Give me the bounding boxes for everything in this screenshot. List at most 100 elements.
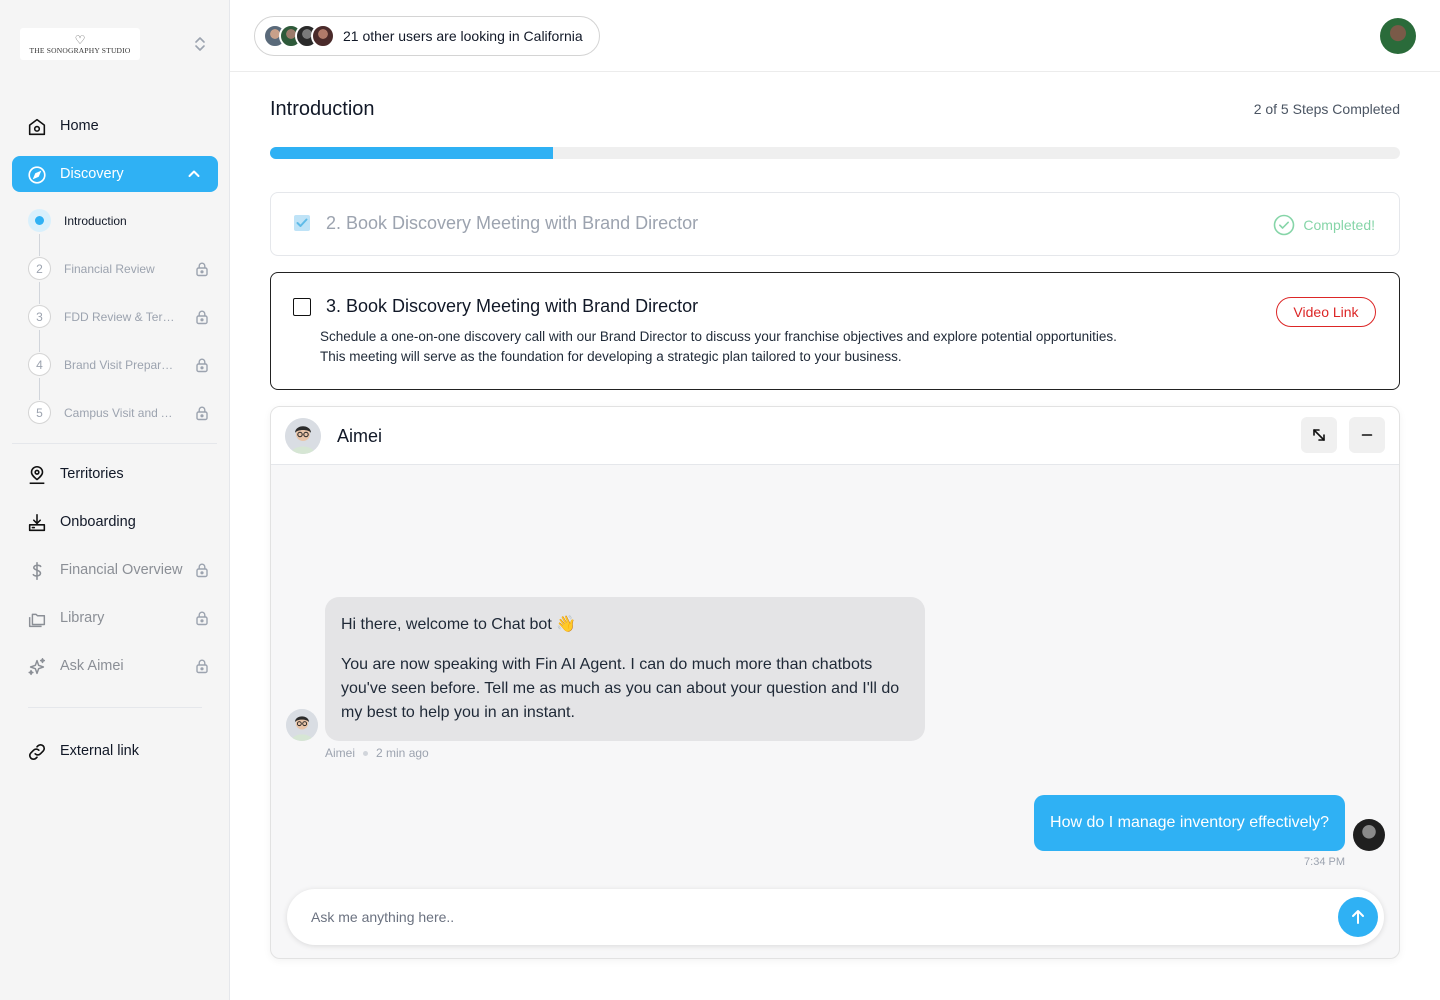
chat-header: Aimei (271, 407, 1399, 465)
task-checkbox[interactable] (293, 298, 311, 316)
sidebar-item-label: Library (60, 610, 105, 626)
substep-fdd-review[interactable]: 3 FDD Review & Territory Selection (28, 304, 218, 330)
chevron-up-icon (188, 170, 200, 177)
bot-avatar-small (286, 709, 318, 741)
sidebar-item-label: Discovery (60, 166, 124, 182)
progress-fill (270, 147, 553, 159)
step-connector (39, 234, 40, 256)
task-card-open[interactable]: 3. Book Discovery Meeting with Brand Dir… (270, 272, 1400, 390)
lock-icon (196, 310, 208, 325)
folders-icon (28, 613, 46, 628)
task-card-completed[interactable]: 2. Book Discovery Meeting with Brand Dir… (270, 192, 1400, 256)
step-current-indicator (28, 209, 51, 232)
sidebar-item-label: Territories (60, 466, 124, 482)
sidebar-item-external-link[interactable]: External link (12, 733, 218, 769)
step-number: 5 (28, 401, 51, 424)
brand-logo[interactable]: ♡ THE SONOGRAPHY STUDIO (20, 28, 140, 60)
message-author: Aimei (325, 746, 356, 760)
substep-introduction[interactable]: Introduction (28, 208, 218, 234)
sidebar-item-home[interactable]: Home (12, 108, 218, 144)
substep-campus-visit[interactable]: 5 Campus Visit and Approval (28, 400, 218, 426)
compass-icon (28, 166, 46, 184)
minus-icon (1361, 434, 1373, 436)
lock-icon (196, 563, 208, 578)
checked-checkbox-icon[interactable] (293, 214, 311, 232)
task-title: 2. Book Discovery Meeting with Brand Dir… (326, 213, 699, 233)
send-button[interactable] (1338, 897, 1378, 937)
top-bar: 21 other users are looking in California (230, 0, 1440, 72)
expand-button[interactable] (1301, 417, 1337, 453)
page-title: Introduction (270, 98, 375, 120)
meta-separator (363, 750, 369, 756)
substep-label: Brand Visit Preparation (64, 358, 176, 372)
sidebar-item-label: Home (60, 118, 99, 134)
link-icon (28, 743, 46, 761)
user-avatar[interactable] (1380, 18, 1416, 54)
substep-label: Campus Visit and Approval (64, 406, 176, 420)
lock-icon (196, 358, 208, 373)
sidebar-item-ask-aimei[interactable]: Ask Aimei (12, 648, 218, 684)
lock-icon (196, 406, 208, 421)
sidebar-item-label: Onboarding (60, 514, 136, 530)
step-connector (39, 282, 40, 304)
bot-avatar (285, 418, 321, 454)
lock-icon (196, 262, 208, 277)
chevron-up-down-icon[interactable] (190, 34, 210, 54)
heart-logo-icon: ♡ (74, 32, 86, 47)
chat-title: Aimei (337, 426, 383, 446)
dollar-icon (32, 561, 42, 581)
sparkles-icon (28, 658, 46, 676)
sidebar-item-territories[interactable]: Territories (12, 456, 218, 492)
chat-input[interactable] (311, 905, 1291, 929)
step-connector (39, 330, 40, 352)
progress-bar (270, 147, 1400, 159)
viewers-text: 21 other users are looking in California (343, 28, 583, 44)
viewer-avatars (263, 24, 335, 48)
completed-status: Completed! (1273, 214, 1375, 236)
step-number: 3 (28, 305, 51, 328)
substep-label: FDD Review & Territory Selection (64, 310, 176, 324)
minimize-button[interactable] (1349, 417, 1385, 453)
lock-icon (196, 611, 208, 626)
user-message-bubble: How do I manage inventory effectively? (1034, 795, 1345, 851)
sidebar: ♡ THE SONOGRAPHY STUDIO Home Discovery I… (0, 0, 230, 1000)
bot-greeting: Hi there, welcome to Chat bot 👋 (341, 616, 577, 633)
sidebar-item-library[interactable]: Library (12, 600, 218, 636)
bot-face-icon (286, 709, 318, 741)
substep-label: Introduction (64, 214, 127, 228)
bot-message-bubble: Hi there, welcome to Chat bot 👋 You are … (325, 597, 925, 741)
bot-message-meta: Aimei 2 min ago (325, 746, 429, 760)
substep-label: Financial Review (64, 262, 155, 276)
sidebar-item-label: External link (60, 743, 139, 759)
avatar (311, 24, 335, 48)
video-link-button[interactable]: Video Link (1276, 297, 1376, 327)
sidebar-item-onboarding[interactable]: Onboarding (12, 504, 218, 540)
sidebar-item-financial-overview[interactable]: Financial Overview (12, 552, 218, 588)
chat-composer (287, 889, 1384, 945)
sidebar-item-discovery[interactable]: Discovery (12, 156, 218, 192)
step-connector (39, 378, 40, 400)
substep-brand-visit[interactable]: 4 Brand Visit Preparation (28, 352, 218, 378)
substep-financial-review[interactable]: 2 Financial Review (28, 256, 218, 282)
task-title: 3. Book Discovery Meeting with Brand Dir… (326, 296, 699, 316)
tray-download-icon (28, 513, 46, 532)
check-circle-icon (1274, 214, 1295, 236)
steps-completed: 2 of 5 Steps Completed (1253, 101, 1400, 117)
viewers-pill[interactable]: 21 other users are looking in California (254, 16, 600, 56)
sidebar-item-label: Ask Aimei (60, 658, 124, 674)
completed-label: Completed! (1303, 217, 1375, 233)
sidebar-divider (28, 707, 202, 708)
bot-face-icon (285, 418, 321, 454)
main-content: Introduction 2 of 5 Steps Completed 2. B… (230, 72, 1440, 1000)
bot-message-text: You are now speaking with Fin AI Agent. … (341, 656, 900, 721)
user-message-time: 7:34 PM (1304, 856, 1345, 868)
user-avatar-small (1353, 819, 1385, 851)
step-number: 2 (28, 257, 51, 280)
home-icon (28, 118, 46, 136)
arrow-up-icon (1352, 910, 1364, 924)
chat-panel: Aimei Hi there, welcome to Chat bot 👋 Yo… (270, 406, 1400, 959)
map-pin-user-icon (29, 465, 45, 485)
expand-arrows-icon (1313, 429, 1325, 441)
task-description: Schedule a one-on-one discovery call wit… (320, 329, 1117, 364)
sidebar-item-label: Financial Overview (60, 562, 183, 578)
